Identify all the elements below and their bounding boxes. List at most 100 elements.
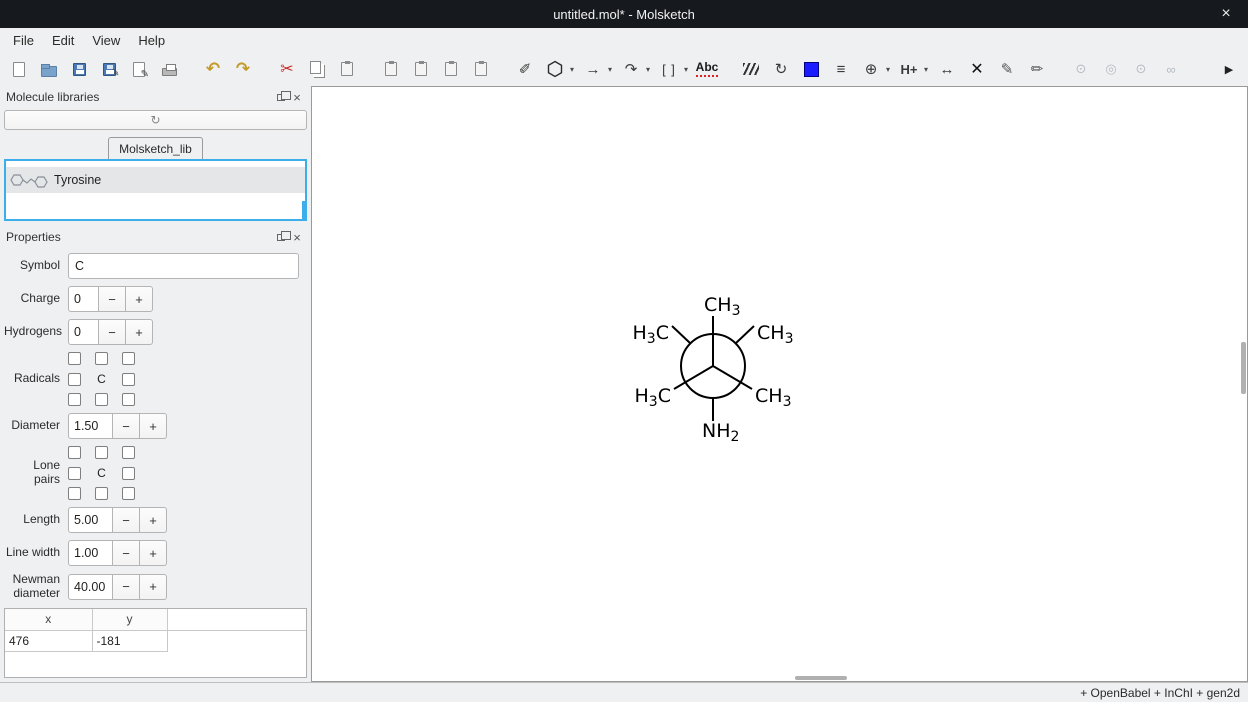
undo-button[interactable]: ↶ (201, 56, 225, 82)
length-decrement-button[interactable]: − (113, 507, 140, 533)
paste-button[interactable] (335, 56, 359, 82)
horizontal-scrollbar[interactable] (795, 676, 847, 680)
dropdown-arrow-icon[interactable]: ▾ (681, 56, 691, 82)
title-bar[interactable]: untitled.mol* - Molsketch × (0, 0, 1248, 28)
menu-edit[interactable]: Edit (43, 31, 83, 50)
draw-bond-button[interactable]: ✐ (513, 56, 537, 82)
radical-checkbox[interactable] (122, 352, 135, 365)
molecule-tool-3-button[interactable]: ⊙ (1129, 56, 1153, 82)
hatch-bond-button[interactable] (739, 56, 763, 82)
save-button[interactable] (67, 56, 91, 82)
print-button[interactable] (157, 56, 181, 82)
atom-label-top[interactable]: CH3 (704, 294, 740, 319)
redo-button[interactable]: ↷ (231, 56, 255, 82)
dropdown-arrow-icon[interactable]: ▾ (605, 56, 615, 82)
window-close-button[interactable]: × (1212, 0, 1240, 28)
atom-label-bottom[interactable]: NH2 (702, 420, 739, 445)
lone-pair-checkbox[interactable] (122, 487, 135, 500)
coordinate-y-cell[interactable]: -181 (92, 631, 167, 652)
newman-diameter-decrement-button[interactable]: − (113, 574, 140, 600)
drawing-canvas[interactable]: CH3 H3C CH3 H3C CH3 NH2 (311, 86, 1248, 682)
charge-increment-button[interactable]: + (126, 286, 153, 312)
hydrogens-increment-button[interactable]: + (126, 319, 153, 345)
lone-pair-checkbox[interactable] (95, 446, 108, 459)
molecule-tool-4-button[interactable]: ∞ (1159, 56, 1183, 82)
menu-help[interactable]: Help (129, 31, 174, 50)
radical-checkbox[interactable] (95, 352, 108, 365)
lone-pair-checkbox[interactable] (68, 487, 81, 500)
molecule-tool-2-button[interactable]: ◎ (1099, 56, 1123, 82)
float-panel-button[interactable] (273, 230, 289, 244)
clipboard-tool-4-button[interactable] (469, 56, 493, 82)
hydrogens-input[interactable] (68, 319, 99, 345)
molecule-tool-1-button[interactable]: ⊙ (1069, 56, 1093, 82)
lone-pair-checkbox[interactable] (122, 467, 135, 480)
newman-diameter-input[interactable] (68, 574, 113, 600)
menu-file[interactable]: File (4, 31, 43, 50)
newman-projection[interactable]: CH3 H3C CH3 H3C CH3 NH2 (598, 280, 828, 460)
horizontal-arrow-button[interactable]: ↔ (935, 56, 959, 82)
radical-checkbox[interactable] (95, 393, 108, 406)
dropdown-arrow-icon[interactable]: ▾ (883, 56, 893, 82)
dropdown-arrow-icon[interactable]: ▾ (567, 56, 577, 82)
atom-label-upper-left[interactable]: H3C (633, 322, 670, 347)
ring-tool-button[interactable] (543, 56, 567, 82)
dropdown-arrow-icon[interactable]: ▾ (643, 56, 653, 82)
lone-pair-checkbox[interactable] (68, 467, 81, 480)
line-width-button[interactable]: ≡ (829, 56, 853, 82)
radical-checkbox[interactable] (68, 393, 81, 406)
copy-button[interactable] (305, 56, 329, 82)
new-document-button[interactable] (7, 56, 31, 82)
mechanism-arrow-button[interactable]: ↷ (619, 56, 643, 82)
line-width-decrement-button[interactable]: − (113, 540, 140, 566)
radical-checkbox[interactable] (68, 373, 81, 386)
toolbar-overflow-button[interactable]: ▶ (1217, 56, 1241, 82)
atom-label-upper-right[interactable]: CH3 (757, 322, 793, 347)
list-item-tyrosine[interactable]: Tyrosine (6, 167, 305, 193)
color-swatch-button[interactable] (799, 56, 823, 82)
pencil-tool-2-button[interactable]: ✏ (1025, 56, 1049, 82)
clipboard-tool-3-button[interactable] (439, 56, 463, 82)
radical-checkbox[interactable] (122, 393, 135, 406)
close-panel-button[interactable]: × (289, 90, 305, 104)
float-panel-button[interactable] (273, 90, 289, 104)
hydrogens-decrement-button[interactable]: − (99, 319, 126, 345)
lone-pair-checkbox[interactable] (95, 487, 108, 500)
vertical-scrollbar[interactable] (1241, 342, 1246, 394)
save-as-button[interactable]: ✎ (97, 56, 121, 82)
charge-tool-button[interactable]: ⊕ (859, 56, 883, 82)
pencil-tool-1-button[interactable]: ✎ (995, 56, 1019, 82)
library-list[interactable]: Tyrosine (4, 159, 307, 221)
diameter-decrement-button[interactable]: − (113, 413, 140, 439)
length-input[interactable] (68, 507, 113, 533)
lone-pair-checkbox[interactable] (122, 446, 135, 459)
open-folder-button[interactable] (37, 56, 61, 82)
radical-checkbox[interactable] (68, 352, 81, 365)
library-scrollbar[interactable] (302, 201, 305, 219)
charge-input[interactable] (68, 286, 99, 312)
close-panel-button[interactable]: × (289, 230, 305, 244)
menu-view[interactable]: View (83, 31, 129, 50)
line-width-increment-button[interactable]: + (140, 540, 167, 566)
cut-button[interactable]: ✂ (275, 56, 299, 82)
atom-label-lower-left[interactable]: H3C (635, 385, 672, 410)
diameter-input[interactable] (68, 413, 113, 439)
bracket-tool-button[interactable]: [ ] (657, 56, 681, 82)
rotate-tool-button[interactable]: ↻ (769, 56, 793, 82)
delete-tool-button[interactable]: ✕ (965, 56, 989, 82)
diameter-increment-button[interactable]: + (140, 413, 167, 439)
text-tool-button[interactable]: Abc (695, 56, 719, 82)
length-increment-button[interactable]: + (140, 507, 167, 533)
dropdown-arrow-icon[interactable]: ▾ (921, 56, 931, 82)
charge-decrement-button[interactable]: − (99, 286, 126, 312)
export-button[interactable]: ✎ (127, 56, 151, 82)
radical-checkbox[interactable] (122, 373, 135, 386)
newman-diameter-increment-button[interactable]: + (140, 574, 167, 600)
tab-molsketch-lib[interactable]: Molsketch_lib (108, 137, 203, 159)
lone-pair-checkbox[interactable] (68, 446, 81, 459)
clipboard-tool-2-button[interactable] (409, 56, 433, 82)
clipboard-tool-1-button[interactable] (379, 56, 403, 82)
reaction-arrow-button[interactable]: → (581, 56, 605, 82)
refresh-library-button[interactable]: ↻ (4, 110, 307, 130)
line-width-input[interactable] (68, 540, 113, 566)
